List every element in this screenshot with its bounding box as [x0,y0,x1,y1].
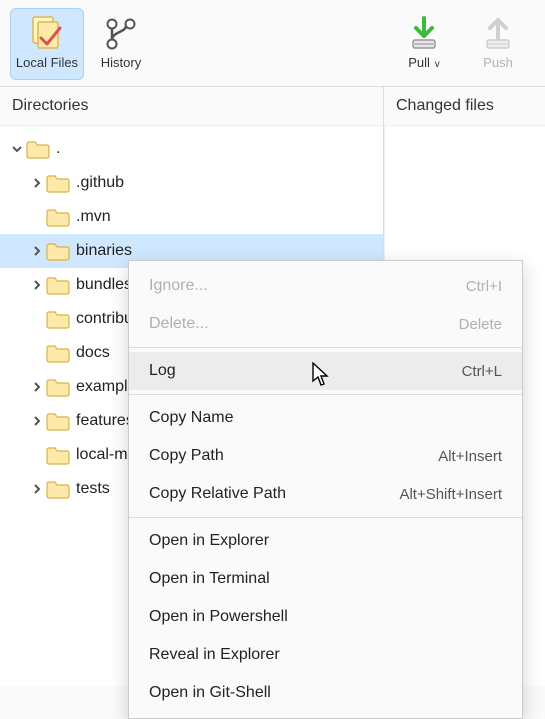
menu-item-open-git-shell[interactable]: Open in Git-Shell [129,674,522,712]
twisty-none: · [28,448,46,463]
pull-arrow-down-icon [404,13,444,53]
menu-item-log[interactable]: Log Ctrl+L [129,352,522,390]
twisty-none: · [28,210,46,225]
folder-icon [46,479,70,499]
folder-icon [46,377,70,397]
menu-item-label: Ignore... [149,277,466,295]
tree-item[interactable]: · .mvn [0,200,383,234]
tree-root-label: . [56,140,60,158]
chevron-right-icon[interactable] [28,483,46,495]
menu-item-label: Log [149,362,462,380]
menu-item-accel: Ctrl+L [462,363,502,380]
pull-button[interactable]: Pull v [387,8,461,80]
menu-item-copy-rel-path[interactable]: Copy Relative Path Alt+Shift+Insert [129,475,522,513]
history-label: History [101,55,141,70]
pull-label: Pull v [408,55,439,70]
menu-item-accel: Ctrl+I [466,278,502,295]
local-files-button[interactable]: Local Files [10,8,84,80]
twisty-none: · [28,312,46,327]
folder-icon [46,411,70,431]
push-label: Push [483,55,513,70]
chevron-right-icon[interactable] [28,415,46,427]
folder-open-icon [26,139,50,159]
menu-item-copy-name[interactable]: Copy Name [129,399,522,437]
folder-icon [46,275,70,295]
tree-item-label: features [76,412,134,430]
tree-item-label: bundles [76,276,132,294]
menu-separator [129,394,522,395]
menu-item-label: Delete... [149,315,459,333]
menu-item-accel: Alt+Insert [438,448,502,465]
menu-item-accel: Delete [459,316,502,333]
tree-root[interactable]: . [0,132,383,166]
menu-item-copy-path[interactable]: Copy Path Alt+Insert [129,437,522,475]
chevron-down-icon: v [432,59,440,70]
folder-icon [46,207,70,227]
context-menu: Ignore... Ctrl+I Delete... Delete Log Ct… [128,260,523,719]
menu-separator [129,347,522,348]
folder-icon [46,241,70,261]
chevron-right-icon[interactable] [28,245,46,257]
chevron-right-icon[interactable] [28,177,46,189]
tree-item[interactable]: .github [0,166,383,200]
files-checkmark-icon [27,13,67,53]
push-button[interactable]: Push [461,8,535,80]
history-button[interactable]: History [84,8,158,80]
changed-files-header: Changed files [384,87,545,126]
directories-header: Directories [0,87,383,126]
menu-item-open-powershell[interactable]: Open in Powershell [129,598,522,636]
menu-separator [129,517,522,518]
menu-item-open-explorer[interactable]: Open in Explorer [129,522,522,560]
folder-icon [46,309,70,329]
folder-icon [46,173,70,193]
menu-item-label: Open in Explorer [149,532,502,550]
local-files-label: Local Files [16,55,78,70]
tree-item-label: tests [76,480,110,498]
chevron-right-icon[interactable] [28,279,46,291]
branch-history-icon [101,13,141,53]
tree-item-label: docs [76,344,110,362]
menu-item-delete[interactable]: Delete... Delete [129,305,522,343]
menu-item-reveal-explorer[interactable]: Reveal in Explorer [129,636,522,674]
folder-icon [46,343,70,363]
menu-item-ignore[interactable]: Ignore... Ctrl+I [129,267,522,305]
menu-item-label: Open in Terminal [149,570,502,588]
menu-item-label: Copy Name [149,409,502,427]
twisty-none: · [28,346,46,361]
menu-item-label: Copy Relative Path [149,485,399,503]
chevron-down-icon[interactable] [8,143,26,155]
menu-item-accel: Alt+Shift+Insert [399,486,502,503]
menu-item-label: Open in Git-Shell [149,684,502,702]
tree-item-label: binaries [76,242,132,260]
tree-item-label: .github [76,174,124,192]
toolbar: Local Files History Pull v [0,0,545,86]
menu-item-label: Reveal in Explorer [149,646,502,664]
menu-item-label: Open in Powershell [149,608,502,626]
tree-item-label: .mvn [76,208,111,226]
menu-item-open-terminal[interactable]: Open in Terminal [129,560,522,598]
folder-icon [46,445,70,465]
push-arrow-up-icon [478,13,518,53]
chevron-right-icon[interactable] [28,381,46,393]
menu-item-label: Copy Path [149,447,438,465]
